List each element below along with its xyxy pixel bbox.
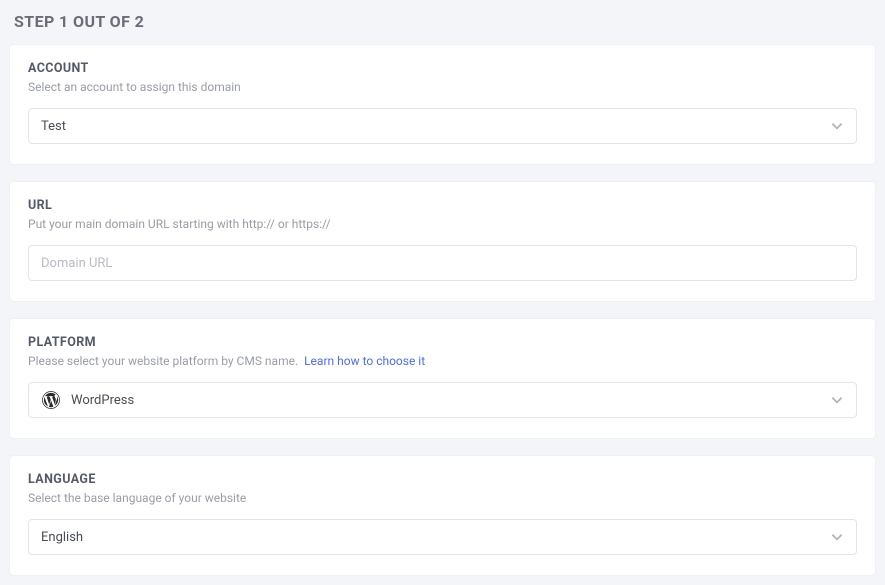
url-card: URL Put your main domain URL starting wi… [10, 182, 875, 301]
url-input-placeholder: Domain URL [41, 256, 844, 271]
platform-select[interactable]: WordPress [28, 382, 857, 418]
url-input[interactable]: Domain URL [28, 245, 857, 281]
language-title: LANGUAGE [28, 472, 857, 487]
account-select-value: Test [41, 119, 830, 134]
platform-desc-text: Please select your website platform by C… [28, 354, 298, 368]
platform-select-value: WordPress [71, 393, 830, 408]
step-heading: STEP 1 OUT OF 2 [14, 12, 871, 31]
url-title: URL [28, 198, 857, 213]
account-select[interactable]: Test [28, 108, 857, 144]
page-container: STEP 1 OUT OF 2 ACCOUNT Select an accoun… [0, 0, 885, 585]
language-select[interactable]: English [28, 519, 857, 555]
platform-desc: Please select your website platform by C… [28, 354, 857, 368]
platform-title: PLATFORM [28, 335, 857, 350]
chevron-down-icon [830, 393, 844, 407]
chevron-down-icon [830, 119, 844, 133]
wordpress-icon [41, 390, 61, 410]
account-card: ACCOUNT Select an account to assign this… [10, 45, 875, 164]
platform-learn-link[interactable]: Learn how to choose it [304, 354, 425, 368]
platform-card: PLATFORM Please select your website plat… [10, 319, 875, 438]
chevron-down-icon [830, 530, 844, 544]
url-desc: Put your main domain URL starting with h… [28, 217, 857, 231]
account-title: ACCOUNT [28, 61, 857, 76]
language-select-value: English [41, 530, 830, 545]
account-desc: Select an account to assign this domain [28, 80, 857, 94]
language-card: LANGUAGE Select the base language of you… [10, 456, 875, 575]
language-desc: Select the base language of your website [28, 491, 857, 505]
